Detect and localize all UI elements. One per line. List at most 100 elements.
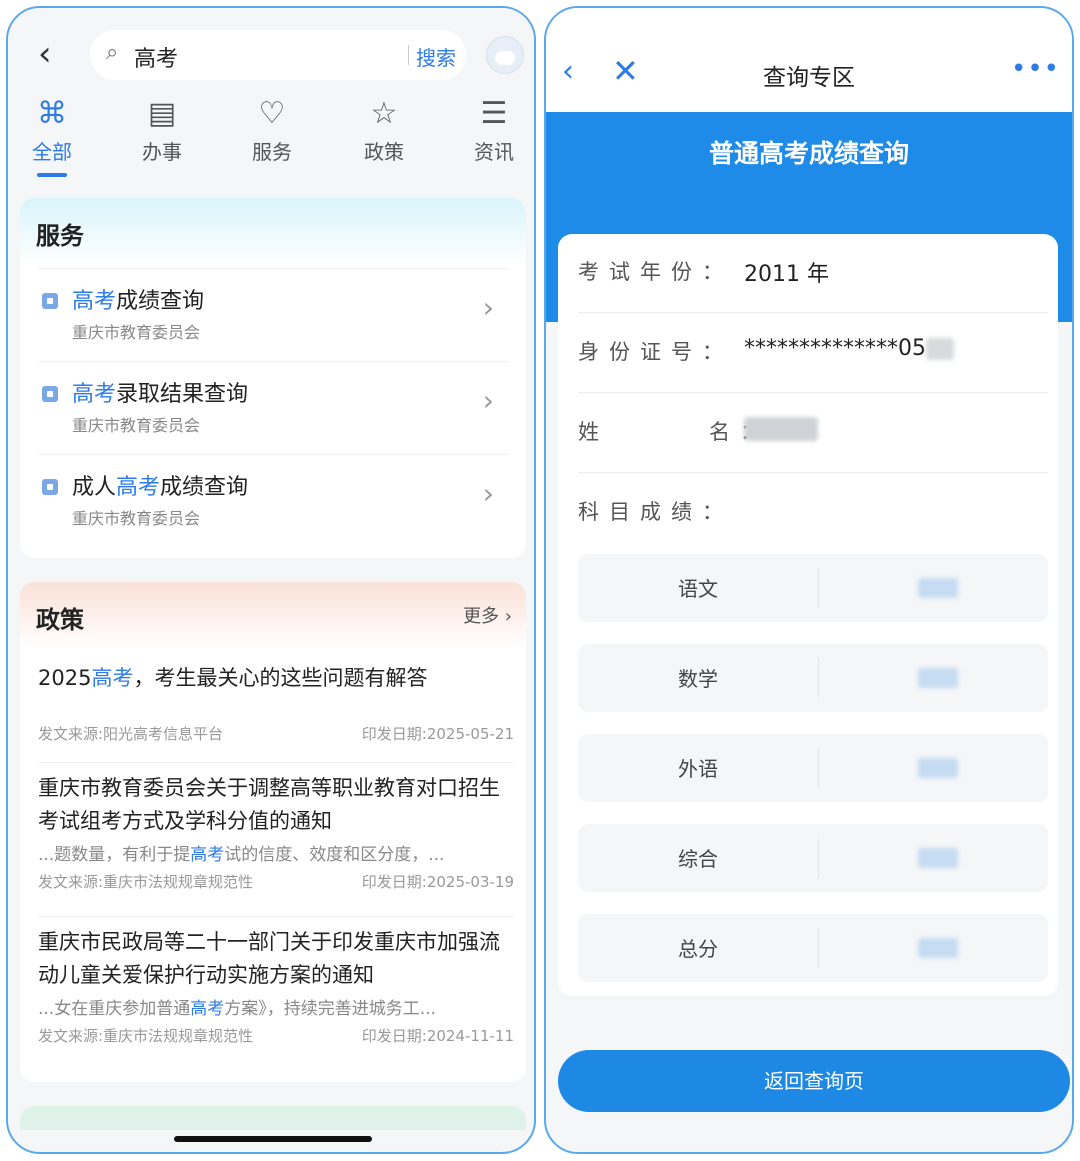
active-tab-indicator — [37, 173, 67, 177]
policy-item[interactable]: 重庆市教育委员会关于调整高等职业教育对口招生考试组考方式及学科分值的通知 ...… — [38, 772, 514, 895]
score-query-screen: ‹ ✕ 查询专区 ••• 普通高考成绩查询 考试年份： 2011 年 身份证号：… — [544, 6, 1074, 1154]
search-icon: ⌕ — [106, 40, 119, 65]
score-row-chinese: 语文 — [578, 554, 1048, 622]
tab-label: 服务 — [252, 140, 292, 164]
news-icon: ☰ — [480, 96, 508, 131]
policy-title: 重庆市民政局等二十一部门关于印发重庆市加强流动儿童关爱保护行动实施方案的通知 — [38, 930, 500, 987]
policy-date: 印发日期:2024-11-11 — [361, 1027, 514, 1045]
tab-news[interactable]: ☰ 资讯 — [454, 98, 534, 165]
badge-star-icon: ☆ — [370, 96, 398, 131]
search-divider — [408, 45, 409, 65]
field-label: 姓 名： — [578, 420, 772, 444]
service-org: 重庆市教育委员会 — [72, 323, 201, 342]
field-label: 科目成绩： — [578, 500, 733, 524]
policy-title: 重庆市教育委员会关于调整高等职业教育对口招生考试组考方式及学科分值的通知 — [38, 776, 500, 833]
redacted-score — [918, 848, 958, 868]
service-icon — [42, 386, 58, 402]
policy-source: 发文来源:重庆市法规规章规范性 — [38, 873, 254, 891]
section-title: 政策 — [36, 606, 84, 634]
service-org: 重庆市教育委员会 — [72, 509, 201, 528]
policy-excerpt: ...女在重庆参加普通高考方案》，持续完善进城务工... — [38, 999, 436, 1019]
score-row-math: 数学 — [578, 644, 1048, 712]
search-query[interactable]: 高考 — [134, 41, 178, 73]
score-row-total: 总分 — [578, 914, 1048, 982]
policy-date: 印发日期:2025-03-19 — [361, 873, 514, 891]
search-header: ‹ ⌕ 高考 搜索 — [8, 8, 534, 98]
divider — [818, 838, 819, 878]
subject-name: 语文 — [678, 577, 718, 601]
return-to-query-button[interactable]: 返回查询页 — [558, 1050, 1070, 1112]
service-item-admission-query[interactable]: 高考录取结果查询 重庆市教育委员会 › — [38, 361, 508, 454]
category-tabs: ⌘ 全部 ▤ 办事 ♡ 服务 ☆ 政策 ☰ 资讯 — [8, 98, 534, 182]
chevron-right-icon: › — [482, 477, 494, 510]
chevron-right-icon: › — [482, 384, 494, 417]
heart-icon: ♡ — [258, 96, 286, 131]
service-icon — [42, 293, 58, 309]
policy-source: 发文来源:重庆市法规规章规范性 — [38, 1027, 254, 1045]
policy-item[interactable]: 2025高考，考生最关心的这些问题有解答 发文来源:阳光高考信息平台 印发日期:… — [38, 662, 514, 747]
policy-meta: 发文来源:重庆市法规规章规范性 印发日期:2025-03-19 — [38, 871, 514, 895]
tab-label: 办事 — [142, 140, 182, 164]
assistant-avatar[interactable] — [486, 36, 524, 74]
subject-name: 综合 — [678, 847, 718, 871]
nav-title: 查询专区 — [763, 65, 855, 91]
subject-name: 外语 — [678, 757, 718, 781]
redacted-score — [918, 938, 958, 958]
search-results-screen: ‹ ⌕ 高考 搜索 ⌘ 全部 ▤ 办事 ♡ 服务 ☆ 政策 ☰ 资讯 服务 高考… — [6, 6, 536, 1154]
exam-year-value: 2011 年 — [744, 262, 829, 287]
result-card: 考试年份： 2011 年 身份证号： **************05 姓 名：… — [558, 234, 1058, 996]
redacted-block — [926, 338, 954, 360]
redacted-block — [744, 417, 818, 441]
more-link[interactable]: 更多 › — [463, 602, 512, 628]
name-row: 姓 名： — [578, 394, 1048, 473]
divider — [818, 928, 819, 968]
name-value — [744, 416, 818, 441]
policy-item[interactable]: 重庆市民政局等二十一部门关于印发重庆市加强流动儿童关爱保护行动实施方案的通知 .… — [38, 926, 514, 1049]
score-row-foreign-language: 外语 — [578, 734, 1048, 802]
subject-name: 总分 — [678, 937, 718, 961]
policy-date: 印发日期:2025-05-21 — [361, 725, 514, 743]
service-title: 高考成绩查询 — [72, 289, 205, 314]
policy-excerpt: ...题数量，有利于提高考试的信度、效度和区分度，... — [38, 845, 445, 865]
redacted-score — [918, 758, 958, 778]
tab-services[interactable]: ♡ 服务 — [232, 98, 312, 165]
search-input[interactable]: ⌕ 高考 搜索 — [90, 30, 466, 80]
id-number-value: **************05 — [744, 336, 954, 361]
service-item-adult-score-query[interactable]: 成人高考成绩查询 重庆市教育委员会 › — [38, 454, 508, 547]
home-indicator[interactable] — [174, 1136, 372, 1142]
service-icon — [42, 479, 58, 495]
tab-all[interactable]: ⌘ 全部 — [12, 98, 92, 177]
tab-label: 政策 — [364, 140, 404, 164]
chevron-right-icon: › — [504, 606, 512, 627]
tab-affairs[interactable]: ▤ 办事 — [122, 98, 202, 165]
scores-label-row: 科目成绩： — [578, 474, 1048, 552]
section-title: 服务 — [36, 222, 84, 250]
divider — [818, 658, 819, 698]
banner-title: 普通高考成绩查询 — [708, 139, 909, 168]
redacted-score — [918, 578, 958, 598]
search-button[interactable]: 搜索 — [416, 42, 456, 71]
nav-bar: ‹ ✕ 查询专区 ••• — [546, 8, 1072, 112]
services-header: 服务 — [20, 198, 526, 264]
service-item-score-query[interactable]: 高考成绩查询 重庆市教育委员会 › — [38, 268, 508, 361]
field-label: 考试年份： — [578, 260, 733, 284]
back-arrow-icon[interactable]: ‹ — [38, 34, 52, 74]
divider — [818, 748, 819, 788]
divider — [38, 762, 514, 763]
more-options-icon[interactable]: ••• — [1011, 54, 1060, 84]
service-title: 高考录取结果查询 — [72, 382, 249, 407]
divider — [818, 568, 819, 608]
tab-label: 全部 — [32, 140, 72, 164]
field-label: 身份证号： — [578, 340, 733, 364]
service-org: 重庆市教育委员会 — [72, 416, 201, 435]
document-clock-icon: ▤ — [147, 96, 177, 131]
policy-source: 发文来源:阳光高考信息平台 — [38, 725, 224, 743]
policy-meta: 发文来源:阳光高考信息平台 印发日期:2025-05-21 — [38, 723, 514, 747]
chevron-right-icon: › — [482, 291, 494, 324]
tab-policy[interactable]: ☆ 政策 — [344, 98, 424, 165]
exam-year-row: 考试年份： 2011 年 — [578, 234, 1048, 313]
next-section-card — [20, 1106, 526, 1130]
tab-label: 资讯 — [474, 140, 514, 164]
subject-name: 数学 — [678, 667, 718, 691]
services-card: 服务 高考成绩查询 重庆市教育委员会 › 高考录取结果查询 重庆市教育委员会 ›… — [20, 198, 526, 558]
